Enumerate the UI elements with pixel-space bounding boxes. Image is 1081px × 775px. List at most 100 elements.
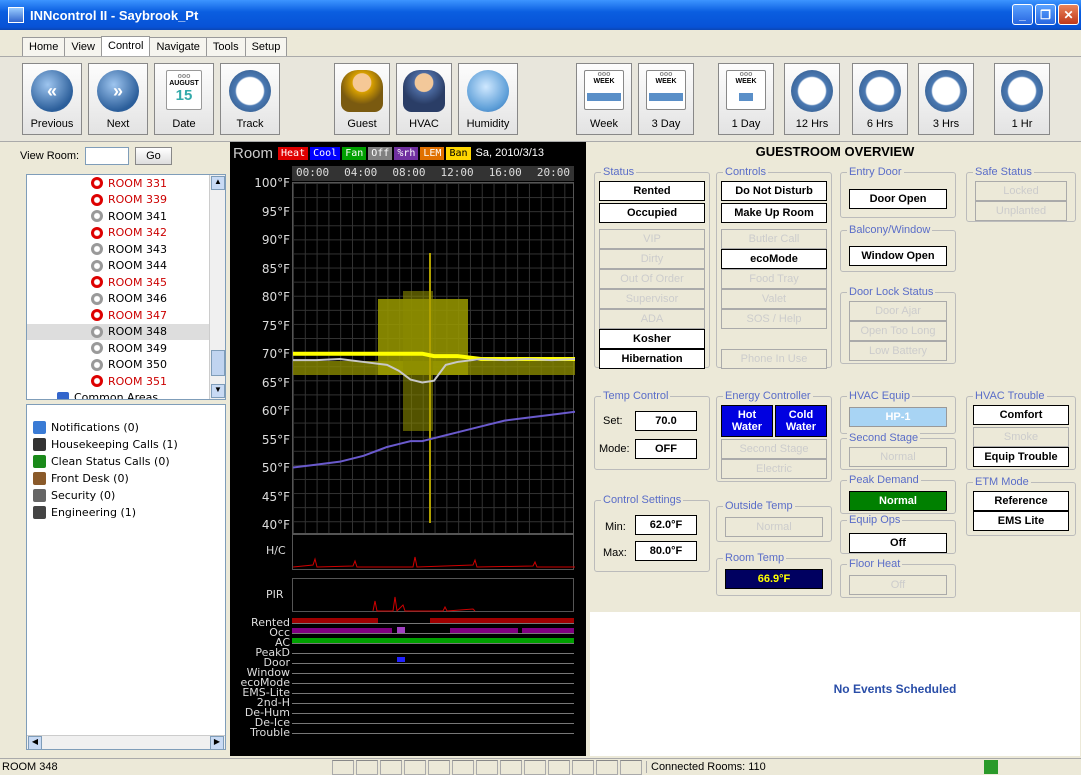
tab-home[interactable]: Home — [22, 37, 66, 56]
min-temp-field[interactable]: 62.0°F — [635, 515, 697, 535]
mode-field[interactable]: OFF — [635, 439, 697, 459]
comfort-indicator[interactable]: Comfort — [973, 405, 1069, 425]
three-day-button[interactable]: ooo WEEK 3 Day — [638, 63, 694, 135]
room-item[interactable]: ROOM 348 — [27, 323, 225, 340]
call-tree-hscrollbar[interactable]: ◀ ▶ — [27, 735, 225, 750]
hvac-button[interactable]: HVAC — [396, 63, 452, 135]
max-temp-field[interactable]: 80.0°F — [635, 541, 697, 561]
reference-indicator[interactable]: Reference — [973, 491, 1069, 511]
call-category[interactable]: Notifications (0) — [27, 419, 225, 436]
scroll-down-icon[interactable]: ▼ — [211, 384, 225, 398]
occupied-indicator[interactable]: Occupied — [599, 203, 705, 223]
second-stage-energy-indicator[interactable]: Second Stage — [721, 439, 827, 459]
twelve-hrs-button[interactable]: 12 Hrs — [784, 63, 840, 135]
safe-locked-indicator[interactable]: Locked — [975, 181, 1067, 201]
tab-setup[interactable]: Setup — [244, 37, 288, 56]
one-hr-button[interactable]: 1 Hr — [994, 63, 1050, 135]
equip-trouble-indicator[interactable]: Equip Trouble — [973, 447, 1069, 467]
door-open-indicator[interactable]: Door Open — [849, 189, 947, 209]
cold-water-indicator[interactable]: Cold Water — [775, 405, 827, 437]
floor-heat-indicator[interactable]: Off — [849, 575, 947, 595]
tab-view[interactable]: View — [64, 37, 102, 56]
valet-indicator[interactable]: Valet — [721, 289, 827, 309]
electric-indicator[interactable]: Electric — [721, 459, 827, 479]
low-battery-indicator[interactable]: Low Battery — [849, 341, 947, 361]
make-up-room-indicator[interactable]: Make Up Room — [721, 203, 827, 223]
room-item[interactable]: ROOM 342 — [27, 225, 225, 242]
ada-indicator[interactable]: ADA — [599, 309, 705, 329]
scroll-right-icon[interactable]: ▶ — [210, 736, 224, 750]
date-button[interactable]: ooo AUGUST 15 Date — [154, 63, 214, 135]
door-ajar-indicator[interactable]: Door Ajar — [849, 301, 947, 321]
open-too-long-indicator[interactable]: Open Too Long — [849, 321, 947, 341]
tab-navigate[interactable]: Navigate — [149, 37, 207, 56]
room-item[interactable]: ROOM 349 — [27, 340, 225, 357]
room-item[interactable]: ROOM 346 — [27, 291, 225, 308]
six-hrs-button[interactable]: 6 Hrs — [852, 63, 908, 135]
scroll-thumb[interactable] — [211, 350, 225, 376]
room-tree-scrollbar[interactable]: ▲ ▼ — [209, 175, 225, 399]
week-button[interactable]: ooo WEEK Week — [576, 63, 632, 135]
tab-control[interactable]: Control — [101, 36, 151, 56]
guest-button[interactable]: Guest — [334, 63, 390, 135]
call-category[interactable]: Security (0) — [27, 487, 225, 504]
sos-help-indicator[interactable]: SOS / Help — [721, 309, 827, 329]
next-button[interactable]: » Next — [88, 63, 148, 135]
call-category[interactable]: Clean Status Calls (0) — [27, 453, 225, 470]
common-areas-node[interactable]: Common Areas — [27, 390, 225, 399]
food-tray-indicator[interactable]: Food Tray — [721, 269, 827, 289]
out-of-order-indicator[interactable]: Out Of Order — [599, 269, 705, 289]
hot-water-indicator[interactable]: Hot Water — [721, 405, 773, 437]
call-category[interactable]: Engineering (1) — [27, 504, 225, 521]
title-bar: INNcontrol II - Saybrook_Pt _ ❐ ✕ — [0, 0, 1081, 30]
scroll-left-icon[interactable]: ◀ — [28, 736, 42, 750]
view-room-input[interactable] — [85, 147, 130, 165]
room-item[interactable]: ROOM 339 — [27, 192, 225, 209]
restore-button[interactable]: ❐ — [1035, 4, 1056, 25]
room-item[interactable]: ROOM 344 — [27, 258, 225, 275]
three-hrs-button[interactable]: 3 Hrs — [918, 63, 974, 135]
go-button[interactable]: Go — [135, 147, 172, 165]
call-category[interactable]: Front Desk (0) — [27, 470, 225, 487]
setpoint-field[interactable]: 70.0 — [635, 411, 697, 431]
window-open-indicator[interactable]: Window Open — [849, 246, 947, 266]
room-item[interactable]: ROOM 347 — [27, 307, 225, 324]
hibernation-indicator[interactable]: Hibernation — [599, 349, 705, 369]
humidity-button[interactable]: Humidity — [458, 63, 518, 135]
butler-call-indicator[interactable]: Butler Call — [721, 229, 827, 249]
ecomode-indicator[interactable]: ecoMode — [721, 249, 827, 269]
previous-button[interactable]: «Previous — [22, 63, 82, 135]
vip-indicator[interactable]: VIP — [599, 229, 705, 249]
equip-ops-indicator[interactable]: Off — [849, 533, 947, 553]
room-item[interactable]: ROOM 345 — [27, 274, 225, 291]
room-item[interactable]: ROOM 343 — [27, 241, 225, 258]
kosher-indicator[interactable]: Kosher — [599, 329, 705, 349]
room-item[interactable]: ROOM 350 — [27, 357, 225, 374]
outside-temp-indicator[interactable]: Normal — [725, 517, 823, 537]
second-stage-indicator[interactable]: Normal — [849, 447, 947, 467]
scroll-up-icon[interactable]: ▲ — [211, 176, 225, 190]
smoke-indicator[interactable]: Smoke — [973, 427, 1069, 447]
room-item[interactable]: ROOM 341 — [27, 208, 225, 225]
room-item[interactable]: ROOM 351 — [27, 373, 225, 390]
room-temp-indicator[interactable]: 66.9°F — [725, 569, 823, 589]
ems-lite-indicator[interactable]: EMS Lite — [973, 511, 1069, 531]
safe-unplanted-indicator[interactable]: Unplanted — [975, 201, 1067, 221]
minimize-button[interactable]: _ — [1012, 4, 1033, 25]
call-category[interactable]: Housekeeping Calls (1) — [27, 436, 225, 453]
pir-label: PIR — [266, 588, 284, 601]
peak-demand-indicator[interactable]: Normal — [849, 491, 947, 511]
close-button[interactable]: ✕ — [1058, 4, 1079, 25]
water-drop-icon — [467, 70, 509, 112]
track-button[interactable]: Track — [220, 63, 280, 135]
supervisor-indicator[interactable]: Supervisor — [599, 289, 705, 309]
hvac-equip-indicator[interactable]: HP-1 — [849, 407, 947, 427]
room-item[interactable]: ROOM 331 — [27, 175, 225, 192]
dirty-indicator[interactable]: Dirty — [599, 249, 705, 269]
phone-in-use-indicator[interactable]: Phone In Use — [721, 349, 827, 369]
tab-tools[interactable]: Tools — [205, 37, 246, 56]
one-day-button[interactable]: ooo WEEK 1 Day — [718, 63, 774, 135]
do-not-disturb-indicator[interactable]: Do Not Disturb — [721, 181, 827, 201]
legend-item: Ban — [446, 146, 471, 160]
rented-indicator[interactable]: Rented — [599, 181, 705, 201]
